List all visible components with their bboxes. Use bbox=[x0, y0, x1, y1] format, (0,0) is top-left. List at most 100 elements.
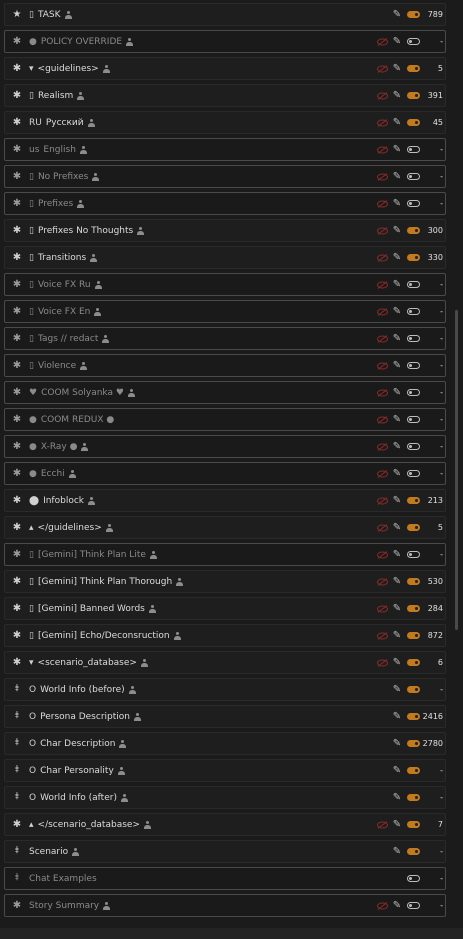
asterisk-icon[interactable]: ✱ bbox=[9, 657, 25, 668]
enable-toggle[interactable] bbox=[405, 814, 421, 835]
prompt-name[interactable]: ▯ [Gemini] Think Plan Lite bbox=[29, 550, 157, 560]
prompt-name[interactable]: ▯ [Gemini] Echo/Deconsruction bbox=[29, 631, 181, 641]
asterisk-icon[interactable]: ✱ bbox=[9, 333, 25, 344]
prompt-row[interactable]: ✱ ▴ </guidelines> ✎ 5 bbox=[4, 516, 446, 539]
asterisk-icon[interactable]: ✱ bbox=[9, 36, 25, 47]
prompt-name[interactable]: ▯ No Prefixes bbox=[29, 172, 100, 182]
enable-toggle[interactable] bbox=[405, 625, 421, 646]
pin-icon[interactable]: ⯒ bbox=[9, 681, 25, 698]
asterisk-icon[interactable]: ✱ bbox=[9, 144, 25, 155]
toggle-switch-icon[interactable] bbox=[406, 605, 420, 612]
no-scan-icon[interactable] bbox=[375, 652, 389, 673]
prompt-name[interactable]: O World Info (after) bbox=[29, 793, 128, 803]
toggle-switch-icon[interactable] bbox=[406, 848, 420, 855]
prompt-row[interactable]: ✱ ● POLICY OVERRIDE ✎ - bbox=[4, 30, 446, 53]
prompt-name[interactable]: ▯ Transitions bbox=[29, 253, 98, 263]
edit-pencil-icon[interactable]: ✎ bbox=[391, 85, 403, 106]
prompt-name[interactable]: O Persona Description bbox=[29, 712, 141, 722]
toggle-switch-icon[interactable] bbox=[406, 254, 420, 261]
prompt-row[interactable]: ✱ ▯ Voice FX En ✎ - bbox=[4, 300, 446, 323]
asterisk-icon[interactable]: ✱ bbox=[9, 306, 25, 317]
asterisk-icon[interactable]: ✱ bbox=[9, 225, 25, 236]
prompt-name[interactable]: O Char Description bbox=[29, 739, 127, 749]
enable-toggle[interactable] bbox=[405, 139, 421, 160]
asterisk-icon[interactable]: ✱ bbox=[9, 630, 25, 641]
no-scan-icon[interactable] bbox=[375, 301, 389, 322]
edit-pencil-icon[interactable]: ✎ bbox=[391, 166, 403, 187]
asterisk-icon[interactable]: ✱ bbox=[9, 198, 25, 209]
prompt-row[interactable]: ⯒ O Char Personality ✎ - bbox=[4, 759, 446, 782]
edit-pencil-icon[interactable]: ✎ bbox=[391, 328, 403, 349]
prompt-name[interactable]: ⬤ Infoblock bbox=[29, 496, 95, 506]
asterisk-icon[interactable]: ✱ bbox=[9, 117, 25, 128]
prompt-row[interactable]: ✱ ▯ Prefixes ✎ - bbox=[4, 192, 446, 215]
edit-pencil-icon[interactable]: ✎ bbox=[391, 733, 403, 754]
edit-pencil-icon[interactable]: ✎ bbox=[391, 517, 403, 538]
no-scan-icon[interactable] bbox=[375, 220, 389, 241]
no-scan-icon[interactable] bbox=[375, 31, 389, 52]
edit-pencil-icon[interactable]: ✎ bbox=[391, 598, 403, 619]
prompt-row[interactable]: ✱ ● COOM REDUX ● ✎ - bbox=[4, 408, 446, 431]
prompt-name[interactable]: O Char Personality bbox=[29, 766, 125, 776]
edit-pencil-icon[interactable]: ✎ bbox=[391, 760, 403, 781]
toggle-switch-icon[interactable] bbox=[406, 497, 420, 504]
enable-toggle[interactable] bbox=[405, 571, 421, 592]
prompt-name[interactable]: Story Summary bbox=[29, 901, 111, 911]
no-scan-icon[interactable] bbox=[375, 571, 389, 592]
prompt-row[interactable]: ⯒ Chat Examples - bbox=[4, 867, 446, 890]
star-pin-icon[interactable]: ★ bbox=[9, 9, 25, 20]
enable-toggle[interactable] bbox=[405, 382, 421, 403]
prompt-row[interactable]: ✱ ● Ecchi ✎ - bbox=[4, 462, 446, 485]
edit-pencil-icon[interactable]: ✎ bbox=[391, 58, 403, 79]
edit-pencil-icon[interactable]: ✎ bbox=[391, 544, 403, 565]
prompt-name[interactable]: ▯ Voice FX Ru bbox=[29, 280, 102, 290]
toggle-switch-icon[interactable] bbox=[406, 227, 420, 234]
prompt-row[interactable]: ✱ ▾ <guidelines> ✎ 5 bbox=[4, 57, 446, 80]
prompt-name[interactable]: ▾ <guidelines> bbox=[29, 64, 110, 74]
no-scan-icon[interactable] bbox=[375, 112, 389, 133]
prompt-row[interactable]: ✱ ▯ Prefixes No Thoughts ✎ 300 bbox=[4, 219, 446, 242]
prompt-name[interactable]: ▾ <scenario_database> bbox=[29, 658, 148, 668]
prompt-name[interactable]: ● COOM REDUX ● bbox=[29, 415, 114, 425]
prompt-name[interactable]: ▯ [Gemini] Banned Words bbox=[29, 604, 156, 614]
no-scan-icon[interactable] bbox=[375, 166, 389, 187]
enable-toggle[interactable] bbox=[405, 895, 421, 916]
no-scan-icon[interactable] bbox=[375, 544, 389, 565]
prompt-name[interactable]: O World Info (before) bbox=[29, 685, 136, 695]
enable-toggle[interactable] bbox=[405, 85, 421, 106]
enable-toggle[interactable] bbox=[405, 868, 421, 889]
prompt-name[interactable]: us English bbox=[29, 145, 87, 155]
prompt-row[interactable]: ✱ ▯ Voice FX Ru ✎ - bbox=[4, 273, 446, 296]
pin-icon[interactable]: ⯒ bbox=[9, 789, 25, 806]
prompt-name[interactable]: ▯ [Gemini] Think Plan Thorough bbox=[29, 577, 184, 587]
edit-pencil-icon[interactable]: ✎ bbox=[391, 409, 403, 430]
enable-toggle[interactable] bbox=[405, 679, 421, 700]
edit-pencil-icon[interactable]: ✎ bbox=[391, 112, 403, 133]
prompt-row[interactable]: ✱ ▾ <scenario_database> ✎ 6 bbox=[4, 651, 446, 674]
prompt-row[interactable]: ✱ ⬤ Infoblock ✎ 213 bbox=[4, 489, 446, 512]
prompt-row[interactable]: ★ ▯ TASK ✎ 789 bbox=[4, 3, 446, 26]
prompt-name[interactable]: ▯ Realism bbox=[29, 91, 85, 101]
toggle-switch-icon[interactable] bbox=[406, 551, 420, 558]
enable-toggle[interactable] bbox=[405, 733, 421, 754]
prompt-name[interactable]: ▯ TASK bbox=[29, 10, 72, 20]
asterisk-icon[interactable]: ✱ bbox=[9, 819, 25, 830]
prompt-row[interactable]: ✱ ▯ Transitions ✎ 330 bbox=[4, 246, 446, 269]
asterisk-icon[interactable]: ✱ bbox=[9, 90, 25, 101]
toggle-switch-icon[interactable] bbox=[406, 767, 420, 774]
pin-icon[interactable]: ⯒ bbox=[9, 843, 25, 860]
toggle-switch-icon[interactable] bbox=[406, 875, 420, 882]
toggle-switch-icon[interactable] bbox=[406, 146, 420, 153]
edit-pencil-icon[interactable]: ✎ bbox=[391, 625, 403, 646]
edit-pencil-icon[interactable]: ✎ bbox=[391, 247, 403, 268]
prompt-row[interactable]: ✱ Story Summary ✎ - bbox=[4, 894, 446, 917]
prompt-row[interactable]: ✱ ▯ Realism ✎ 391 bbox=[4, 84, 446, 107]
no-scan-icon[interactable] bbox=[375, 895, 389, 916]
enable-toggle[interactable] bbox=[405, 652, 421, 673]
enable-toggle[interactable] bbox=[405, 4, 421, 25]
edit-pencil-icon[interactable]: ✎ bbox=[391, 382, 403, 403]
toggle-switch-icon[interactable] bbox=[406, 578, 420, 585]
toggle-switch-icon[interactable] bbox=[406, 362, 420, 369]
enable-toggle[interactable] bbox=[405, 274, 421, 295]
edit-pencil-icon[interactable]: ✎ bbox=[391, 436, 403, 457]
